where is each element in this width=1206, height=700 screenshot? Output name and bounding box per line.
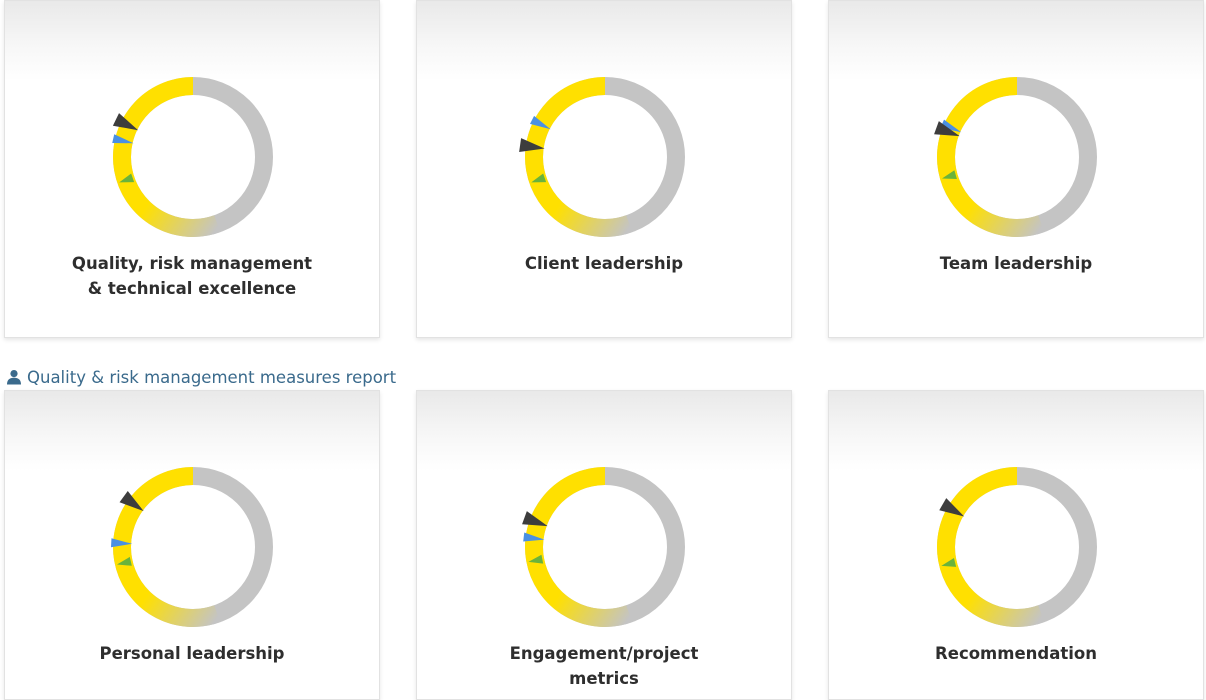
score-card[interactable]: Team leadership xyxy=(828,0,1204,338)
card-title: Client leadership xyxy=(524,254,684,273)
donut-gauge xyxy=(519,77,685,237)
quality-risk-report-link[interactable]: Quality & risk management measures repor… xyxy=(6,364,396,390)
gauge-fill xyxy=(525,77,633,237)
gauge-fill xyxy=(525,467,633,627)
score-card[interactable]: Client leadership xyxy=(416,0,792,338)
card-title: Quality, risk management & technical exc… xyxy=(71,254,313,298)
gauge-fill xyxy=(113,77,221,237)
score-card[interactable]: Recommendation xyxy=(828,390,1204,700)
card-title: Team leadership xyxy=(939,254,1093,273)
donut-gauge xyxy=(522,467,685,627)
donut-gauge xyxy=(112,77,273,237)
gauge-fill xyxy=(113,467,221,627)
card-title: Personal leadership xyxy=(99,644,285,663)
card-title: Engagement/project metrics xyxy=(509,644,699,688)
card-title: Recommendation xyxy=(935,644,1097,663)
report-link-label: Quality & risk management measures repor… xyxy=(27,367,397,387)
gauge-fill xyxy=(937,467,1045,627)
person-icon xyxy=(7,370,21,385)
score-card[interactable]: Quality, risk management & technical exc… xyxy=(4,0,380,338)
donut-gauge xyxy=(934,77,1097,237)
donut-gauge xyxy=(111,467,273,627)
score-card[interactable]: Personal leadership xyxy=(4,390,380,700)
score-card[interactable]: Engagement/project metrics xyxy=(416,390,792,700)
gauge-fill xyxy=(937,77,1045,237)
donut-gauge xyxy=(937,467,1097,627)
